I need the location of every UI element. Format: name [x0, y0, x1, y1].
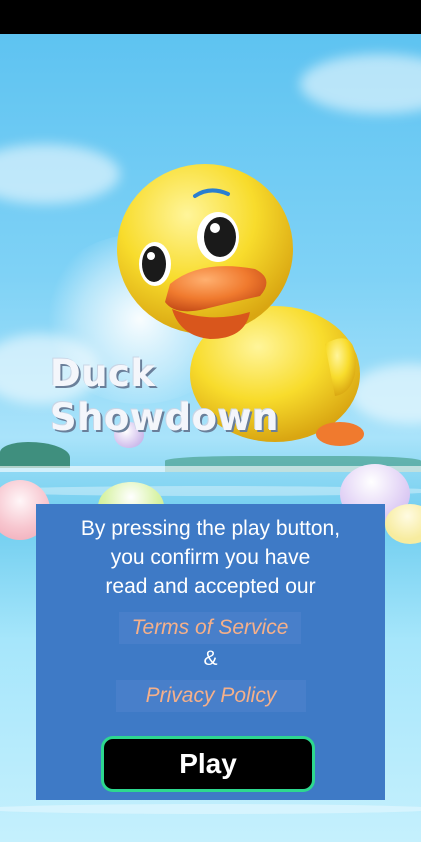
terms-of-service-link[interactable]: Terms of Service: [119, 612, 301, 644]
play-button[interactable]: Play: [101, 736, 315, 792]
island: [0, 442, 70, 468]
ampersand-text: &: [203, 647, 218, 670]
game-title: Duck Showdown: [50, 352, 279, 440]
privacy-policy-link[interactable]: Privacy Policy: [116, 680, 306, 712]
terms-panel: By pressing the play button, you confirm…: [36, 504, 385, 800]
game-title-line1: Duck: [50, 352, 156, 395]
consent-text: By pressing the play button, you confirm…: [36, 514, 385, 601]
consent-line: By pressing the play button,: [80, 517, 341, 540]
ball-icon: [385, 504, 421, 544]
cloud: [0, 144, 120, 204]
wave: [0, 804, 421, 814]
game-title-line2: Showdown: [50, 396, 280, 439]
status-bar: [0, 0, 421, 34]
cloud: [300, 54, 421, 114]
consent-line: you confirm you have: [110, 546, 311, 569]
consent-line: read and accepted our: [105, 575, 316, 598]
